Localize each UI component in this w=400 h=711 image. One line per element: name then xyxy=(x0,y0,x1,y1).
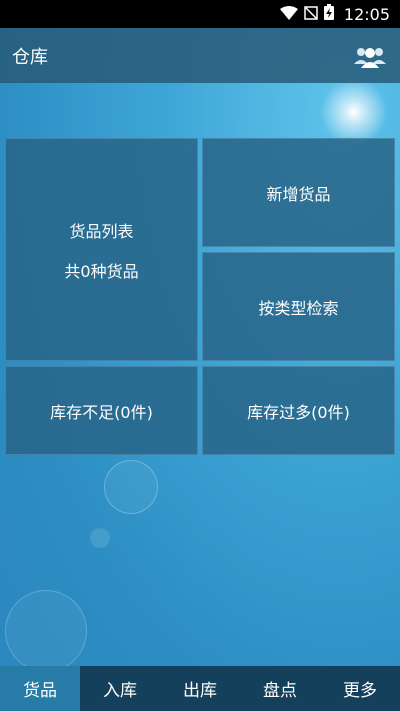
goods-list-label: 货品列表 xyxy=(69,221,134,241)
search-by-type-tile[interactable]: 按类型检索 xyxy=(202,252,395,361)
goods-list-tile[interactable]: 货品列表 共0种货品 xyxy=(5,138,198,361)
app-bar: 仓库 xyxy=(0,28,400,83)
over-stock-tile[interactable]: 库存过多(0件) xyxy=(202,366,395,455)
tab-stock-out[interactable]: 出库 xyxy=(160,666,240,711)
low-stock-tile[interactable]: 库存不足(0件) xyxy=(5,366,198,455)
tab-inventory[interactable]: 盘点 xyxy=(240,666,320,711)
tab-stock-out-label: 出库 xyxy=(183,681,217,701)
tab-inventory-label: 盘点 xyxy=(263,681,297,701)
no-signal-icon xyxy=(304,5,318,24)
wifi-icon xyxy=(279,5,298,24)
users-icon[interactable] xyxy=(352,41,388,71)
status-bar: 12:05 xyxy=(0,0,400,28)
tab-more-label: 更多 xyxy=(343,681,377,701)
tab-more[interactable]: 更多 xyxy=(320,666,400,711)
tab-goods-label: 货品 xyxy=(23,681,57,701)
lens-flare-main xyxy=(320,78,388,146)
tab-stock-in[interactable]: 入库 xyxy=(80,666,160,711)
battery-charging-icon xyxy=(323,4,334,24)
page-title: 仓库 xyxy=(12,46,48,68)
over-stock-label: 库存过多(0件) xyxy=(247,402,350,422)
add-goods-label: 新增货品 xyxy=(266,184,331,204)
bottom-nav: 货品 入库 出库 盘点 更多 xyxy=(0,666,400,711)
lens-flare-ring-small xyxy=(90,528,110,548)
search-by-type-label: 按类型检索 xyxy=(258,298,339,318)
lens-flare-ring-large xyxy=(5,590,87,672)
low-stock-label: 库存不足(0件) xyxy=(50,402,153,422)
status-time: 12:05 xyxy=(343,4,390,24)
add-goods-tile[interactable]: 新增货品 xyxy=(202,138,395,247)
tab-goods[interactable]: 货品 xyxy=(0,666,80,711)
tab-stock-in-label: 入库 xyxy=(103,681,137,701)
goods-count-label: 共0种货品 xyxy=(64,261,139,281)
lens-flare-ring xyxy=(104,460,158,514)
